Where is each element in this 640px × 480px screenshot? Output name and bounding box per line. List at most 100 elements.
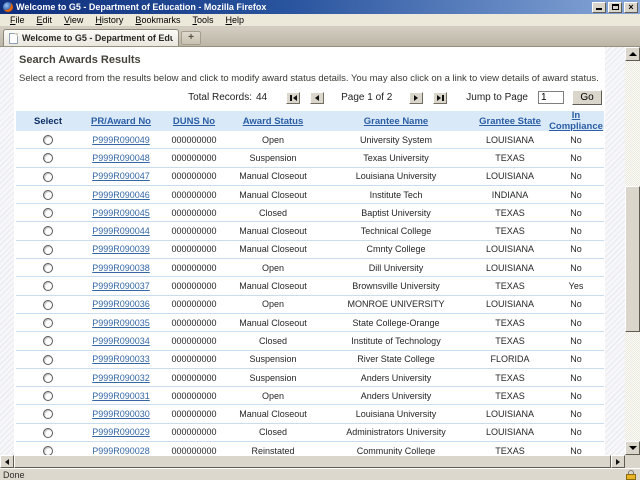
select-radio[interactable] <box>43 208 53 218</box>
award-number-link[interactable]: P999R090030 <box>92 409 150 419</box>
grantee-state-cell: TEXAS <box>472 208 548 218</box>
award-number-link[interactable]: P999R090036 <box>92 299 150 309</box>
award-number-link[interactable]: P999R090048 <box>92 153 150 163</box>
tab-bar: Welcome to G5 - Department of Edu... + <box>0 27 640 46</box>
instruction-text: Select a record from the results below a… <box>19 73 604 84</box>
column-header-grantee-state[interactable]: Grantee State <box>472 116 548 127</box>
award-status-cell: Open <box>226 299 320 309</box>
table-row: P999R090032000000000SuspensionAnders Uni… <box>16 369 604 387</box>
next-page-button[interactable] <box>409 92 423 104</box>
grantee-state-cell: TEXAS <box>472 373 548 383</box>
select-radio[interactable] <box>43 226 53 236</box>
scroll-down-button[interactable] <box>625 441 640 455</box>
select-radio[interactable] <box>43 263 53 273</box>
award-number-link[interactable]: P999R090047 <box>92 171 150 181</box>
select-radio[interactable] <box>43 446 53 455</box>
award-number-link[interactable]: P999R090046 <box>92 190 150 200</box>
award-number-link[interactable]: P999R090045 <box>92 208 150 218</box>
grantee-state-cell: FLORIDA <box>472 354 548 364</box>
column-header-award-status[interactable]: Award Status <box>226 116 320 127</box>
vertical-scrollbar-thumb[interactable] <box>625 186 640 332</box>
menu-bookmarks[interactable]: Bookmarks <box>129 14 186 26</box>
select-radio[interactable] <box>43 153 53 163</box>
select-cell <box>16 336 80 347</box>
duns-no-cell: 000000000 <box>162 263 226 273</box>
browser-window: Welcome to G5 - Department of Education … <box>0 0 640 480</box>
column-header-grantee-name[interactable]: Grantee Name <box>320 116 472 127</box>
vertical-scrollbar[interactable] <box>625 47 640 455</box>
first-page-button[interactable] <box>286 92 300 104</box>
select-radio[interactable] <box>43 428 53 438</box>
minimize-button[interactable] <box>592 2 606 13</box>
scroll-left-icon <box>5 459 9 465</box>
select-radio[interactable] <box>43 281 53 291</box>
award-number-link[interactable]: P999R090038 <box>92 263 150 273</box>
award-number-link[interactable]: P999R090049 <box>92 135 150 145</box>
award-number-link[interactable]: P999R090033 <box>92 354 150 364</box>
award-number-link[interactable]: P999R090031 <box>92 391 150 401</box>
menu-history[interactable]: History <box>89 14 129 26</box>
in-compliance-cell: No <box>548 409 604 419</box>
select-cell <box>16 153 80 164</box>
select-radio[interactable] <box>43 245 53 255</box>
award-number-link[interactable]: P999R090035 <box>92 318 150 328</box>
award-status-cell: Manual Closeout <box>226 190 320 200</box>
restore-button[interactable] <box>608 2 622 13</box>
select-radio[interactable] <box>43 300 53 310</box>
in-compliance-cell: No <box>548 135 604 145</box>
award-number-link[interactable]: P999R090028 <box>92 446 150 455</box>
award-number-link[interactable]: P999R090029 <box>92 427 150 437</box>
award-number-link[interactable]: P999R090039 <box>92 244 150 254</box>
scroll-right-icon <box>616 459 620 465</box>
grantee-state-cell: LOUISIANA <box>472 427 548 437</box>
grantee-state-cell: TEXAS <box>472 226 548 236</box>
last-page-button[interactable] <box>433 92 447 104</box>
new-tab-button[interactable]: + <box>181 31 201 45</box>
select-radio[interactable] <box>43 190 53 200</box>
column-header-pr-award-no[interactable]: PR/Award No <box>80 116 162 127</box>
scroll-right-button[interactable] <box>611 455 625 468</box>
tab-active[interactable]: Welcome to G5 - Department of Edu... <box>3 29 179 46</box>
award-number-link[interactable]: P999R090037 <box>92 281 150 291</box>
go-button[interactable]: Go <box>572 90 602 105</box>
award-number-link[interactable]: P999R090032 <box>92 373 150 383</box>
select-cell <box>16 299 80 310</box>
award-number-link[interactable]: P999R090034 <box>92 336 150 346</box>
window-title: Welcome to G5 - Department of Education … <box>16 2 592 12</box>
column-header-in-compliance[interactable]: In Compliance <box>548 110 604 132</box>
select-radio[interactable] <box>43 318 53 328</box>
close-button[interactable]: × <box>624 2 638 13</box>
scroll-left-button[interactable] <box>0 455 14 468</box>
select-radio[interactable] <box>43 172 53 182</box>
select-radio[interactable] <box>43 391 53 401</box>
previous-page-button[interactable] <box>310 92 324 104</box>
scroll-up-icon <box>629 52 637 56</box>
scroll-up-button[interactable] <box>625 47 640 61</box>
select-radio[interactable] <box>43 135 53 145</box>
menu-help[interactable]: Help <box>219 14 250 26</box>
menu-tools[interactable]: Tools <box>186 14 219 26</box>
select-radio[interactable] <box>43 355 53 365</box>
horizontal-scrollbar[interactable] <box>0 455 640 468</box>
table-row: P999R090046000000000Manual CloseoutInsti… <box>16 186 604 204</box>
award-no-cell: P999R090046 <box>80 190 162 200</box>
award-number-link[interactable]: P999R090044 <box>92 226 150 236</box>
select-radio[interactable] <box>43 409 53 419</box>
duns-no-cell: 000000000 <box>162 135 226 145</box>
award-status-cell: Manual Closeout <box>226 226 320 236</box>
menu-file[interactable]: File <box>4 14 31 26</box>
table-row: P999R090037000000000Manual CloseoutBrown… <box>16 277 604 295</box>
menu-edit[interactable]: Edit <box>31 14 59 26</box>
jump-to-page-input[interactable] <box>538 91 564 104</box>
in-compliance-cell: No <box>548 244 604 254</box>
select-cell <box>16 427 80 438</box>
select-cell <box>16 171 80 182</box>
select-radio[interactable] <box>43 336 53 346</box>
select-radio[interactable] <box>43 373 53 383</box>
in-compliance-cell: No <box>548 336 604 346</box>
in-compliance-cell: No <box>548 299 604 309</box>
horizontal-scrollbar-thumb[interactable] <box>14 455 611 468</box>
column-header-duns-no[interactable]: DUNS No <box>162 116 226 127</box>
duns-no-cell: 000000000 <box>162 336 226 346</box>
menu-view[interactable]: View <box>58 14 89 26</box>
